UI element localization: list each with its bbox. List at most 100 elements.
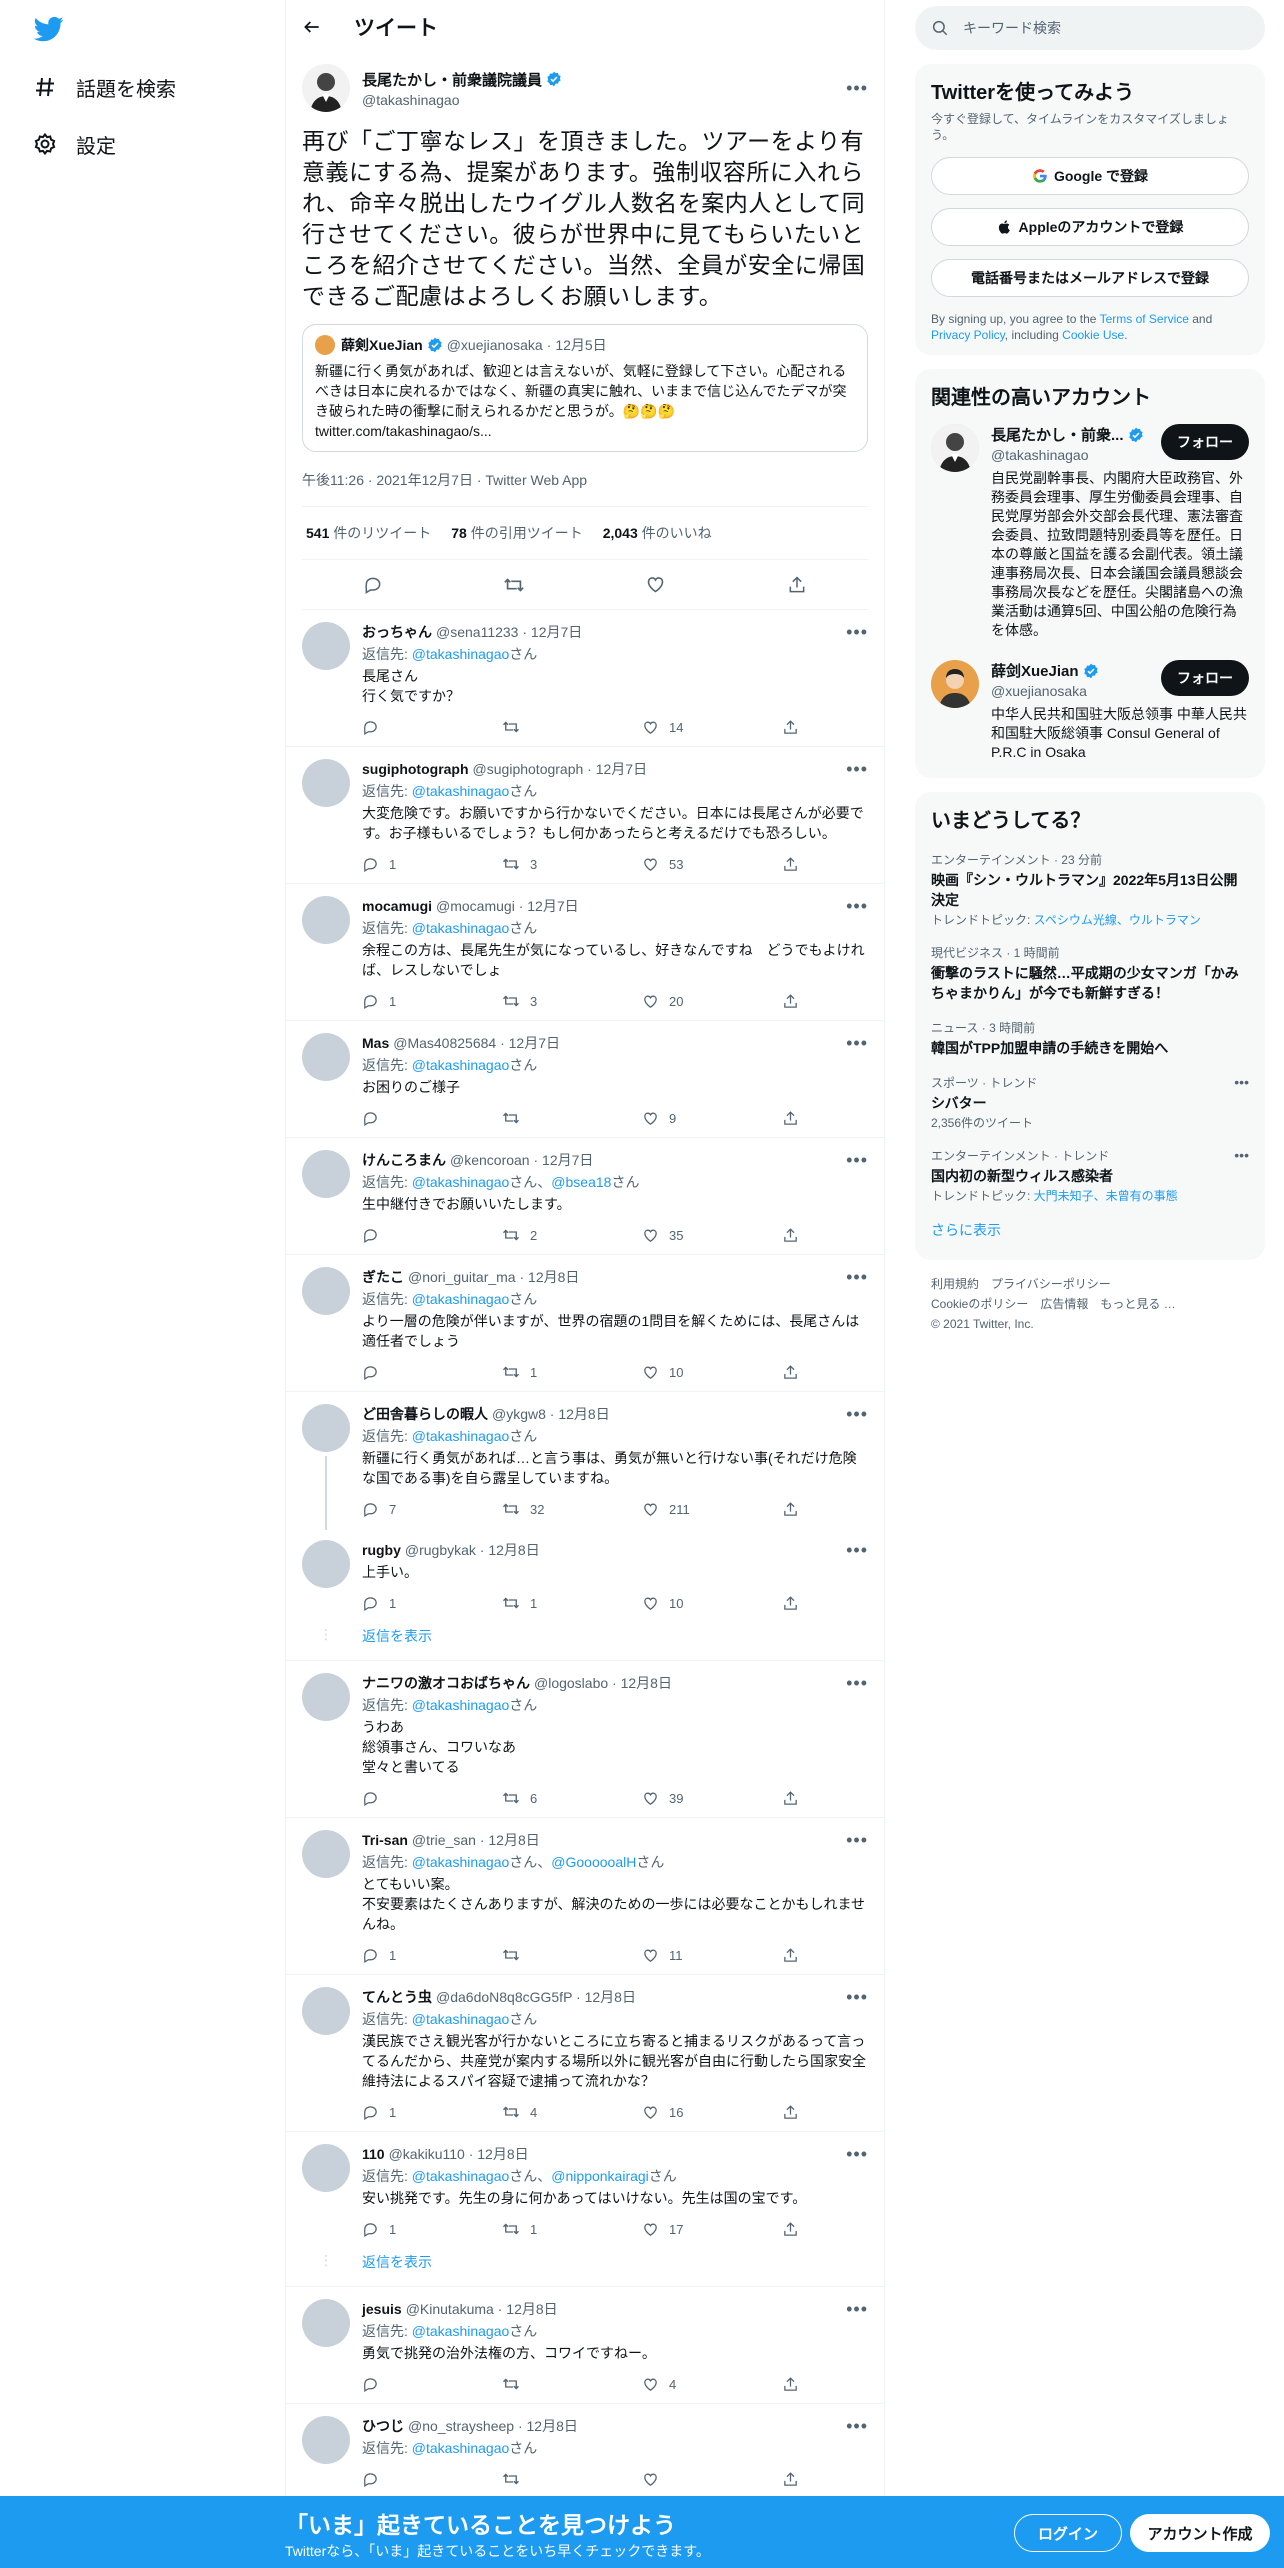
more-options-icon[interactable]: ••• — [846, 1151, 868, 1169]
like-icon[interactable] — [645, 574, 667, 596]
like-button[interactable]: 20 — [642, 992, 742, 1010]
avatar[interactable] — [302, 1404, 350, 1452]
share-button[interactable] — [782, 2375, 802, 2393]
apple-signup-button[interactable]: Appleのアカウントで登録 — [931, 208, 1249, 246]
retweet-button[interactable]: 4 — [502, 2103, 602, 2121]
mention-link[interactable]: @takashinagao — [412, 1428, 510, 1444]
reply-button[interactable]: 1 — [362, 992, 462, 1010]
tweet-timestamp[interactable]: 午後11:26 · 2021年12月7日 · Twitter Web App — [302, 470, 868, 507]
like-button[interactable]: 10 — [642, 1363, 742, 1381]
share-button[interactable] — [782, 1946, 802, 1964]
mention-link[interactable]: @takashinagao — [412, 2011, 510, 2027]
retweet-button[interactable]: 6 — [502, 1789, 602, 1807]
show-replies-label[interactable]: 返信を表示 — [362, 1626, 432, 1646]
reply-button[interactable] — [362, 1363, 462, 1381]
mention-link[interactable]: @takashinagao — [412, 920, 510, 936]
cookie-link[interactable]: Cookie Use — [1062, 328, 1124, 342]
nav-settings[interactable]: 設定 — [32, 124, 116, 164]
mention-link[interactable]: @takashinagao — [412, 2323, 510, 2339]
reply-author-name[interactable]: rugby — [362, 1542, 401, 1558]
search-bar[interactable]: キーワード検索 — [915, 6, 1265, 50]
related-account[interactable]: 長尾たかし・前衆... @takashinagao フォロー 自民党副幹事長、内… — [931, 424, 1249, 640]
reply-author-name[interactable]: てんとう虫 — [362, 1987, 432, 2007]
more-options-icon[interactable]: ••• — [846, 1405, 868, 1423]
nav-explore[interactable]: 話題を検索 — [32, 67, 176, 107]
mention-link[interactable]: @takashinagao — [412, 1174, 510, 1190]
follow-button[interactable]: フォロー — [1161, 660, 1249, 696]
more-options-icon[interactable]: ••• — [846, 2300, 868, 2318]
quote-link[interactable]: twitter.com/takashinagao/s... — [315, 421, 855, 441]
show-replies-link[interactable]: ⋮ 返信を表示 — [286, 1622, 884, 1661]
avatar[interactable] — [302, 1540, 350, 1588]
retweet-button[interactable] — [502, 2470, 602, 2488]
reply-author-name[interactable]: おっちゃん — [362, 622, 432, 642]
trend-item[interactable]: エンターテインメント · トレンド 国内初の新型ウィルス感染者 トレンドトピック: … — [931, 1135, 1249, 1208]
more-options-icon[interactable]: ••• — [846, 1268, 868, 1286]
avatar[interactable] — [302, 1830, 350, 1878]
like-button[interactable]: 10 — [642, 1594, 742, 1612]
mention-link[interactable]: @bsea18 — [551, 1174, 611, 1190]
reply-author-name[interactable]: ぎたこ — [362, 1267, 404, 1287]
reply-button[interactable]: 1 — [362, 2103, 462, 2121]
reply-tweet[interactable]: rugby @rugbykak · 12月8日 ••• 上手い。 1 1 10 — [286, 1528, 884, 1622]
reply-tweet[interactable]: Tri-san @trie_san · 12月8日 ••• 返信先: @takashi… — [286, 1818, 884, 1975]
more-options-icon[interactable]: ••• — [846, 79, 868, 97]
reply-author-name[interactable]: Tri-san — [362, 1832, 408, 1848]
retweet-button[interactable]: 3 — [502, 992, 602, 1010]
trend-topic-link[interactable]: スペシウム光線、ウルトラマン — [1034, 913, 1201, 927]
reply-tweet[interactable]: 110 @kakiku110 · 12月8日 ••• 返信先: @takashinag… — [286, 2132, 884, 2248]
quoted-tweet[interactable]: 薛剣XueJian @xuejianosaka · 12月5日 新疆に行く勇気が… — [302, 324, 868, 452]
share-button[interactable] — [782, 855, 802, 873]
share-button[interactable] — [782, 718, 802, 736]
reply-button[interactable]: 1 — [362, 1594, 462, 1612]
follow-button[interactable]: フォロー — [1161, 424, 1249, 460]
google-signup-button[interactable]: Google で登録 — [931, 157, 1249, 195]
like-count[interactable]: 2,043 件のいいね — [603, 523, 712, 543]
reply-tweet[interactable]: jesuis @Kinutakuma · 12月8日 ••• 返信先: @takash… — [286, 2287, 884, 2404]
avatar[interactable] — [302, 2416, 350, 2464]
mention-link[interactable]: @takashinagao — [412, 1291, 510, 1307]
quote-count[interactable]: 78 件の引用ツイート — [451, 523, 582, 543]
retweet-button[interactable]: 1 — [502, 1363, 602, 1381]
terms-link[interactable]: Terms of Service — [1100, 312, 1189, 326]
author-handle[interactable]: @takashinagao — [362, 92, 846, 108]
reply-tweet[interactable]: おっちゃん @sena11233 · 12月7日 ••• 返信先: @takashin… — [286, 610, 884, 747]
retweet-count[interactable]: 541 件のリツイート — [306, 523, 431, 543]
more-options-icon[interactable]: ••• — [846, 1831, 868, 1849]
retweet-button[interactable] — [502, 1109, 602, 1127]
mention-link[interactable]: @takashinagao — [412, 1057, 510, 1073]
reply-tweet[interactable]: ぎたこ @nori_guitar_ma · 12月8日 ••• 返信先: @takas… — [286, 1255, 884, 1392]
like-button[interactable]: 39 — [642, 1789, 742, 1807]
mention-link[interactable]: @takashinagao — [412, 1854, 510, 1870]
avatar[interactable] — [302, 1033, 350, 1081]
share-button[interactable] — [782, 2220, 802, 2238]
reply-button[interactable]: 7 — [362, 1500, 462, 1518]
reply-author-name[interactable]: Mas — [362, 1035, 389, 1051]
phone-signup-button[interactable]: 電話番号またはメールアドレスで登録 — [931, 259, 1249, 297]
share-button[interactable] — [782, 1109, 802, 1127]
trend-item[interactable]: スポーツ · トレンド シバター 2,356件のツイート ••• — [931, 1062, 1249, 1135]
footer-links-2[interactable]: Cookieのポリシー 広告情報 もっと見る … — [931, 1294, 1249, 1314]
related-account[interactable]: 薛剑XueJian @xuejianosaka フォロー 中华人民共和国驻大阪总… — [931, 660, 1249, 762]
more-options-icon[interactable]: ••• — [846, 1541, 868, 1559]
share-button[interactable] — [782, 1363, 802, 1381]
reply-button[interactable] — [362, 1789, 462, 1807]
reply-author-name[interactable]: けんころまん — [362, 1150, 446, 1170]
reply-tweet[interactable]: ど田舎暮らしの暇人 @ykgw8 · 12月8日 ••• 返信先: @takashin… — [286, 1392, 884, 1530]
avatar[interactable] — [302, 759, 350, 807]
like-button[interactable]: 11 — [642, 1946, 742, 1964]
reply-author-name[interactable]: ど田舎暮らしの暇人 — [362, 1404, 488, 1424]
share-button[interactable] — [782, 992, 802, 1010]
reply-button[interactable] — [362, 1226, 462, 1244]
avatar[interactable] — [302, 896, 350, 944]
avatar[interactable] — [302, 622, 350, 670]
reply-tweet[interactable]: ひつじ @no_straysheep · 12月8日 ••• 返信先: @takash… — [286, 2404, 884, 2499]
reply-tweet[interactable]: けんころまん @kencoroan · 12月7日 ••• 返信先: @takashi… — [286, 1138, 884, 1255]
author-name[interactable]: 長尾たかし・前衆議院議員 — [362, 69, 542, 90]
mention-link[interactable]: @takashinagao — [412, 1697, 510, 1713]
more-options-icon[interactable]: ••• — [846, 1034, 868, 1052]
avatar[interactable] — [302, 1987, 350, 2035]
avatar[interactable] — [302, 1150, 350, 1198]
reply-tweet[interactable]: Mas @Mas40825684 · 12月7日 ••• 返信先: @takashin… — [286, 1021, 884, 1138]
more-options-icon[interactable]: ••• — [846, 1988, 868, 2006]
